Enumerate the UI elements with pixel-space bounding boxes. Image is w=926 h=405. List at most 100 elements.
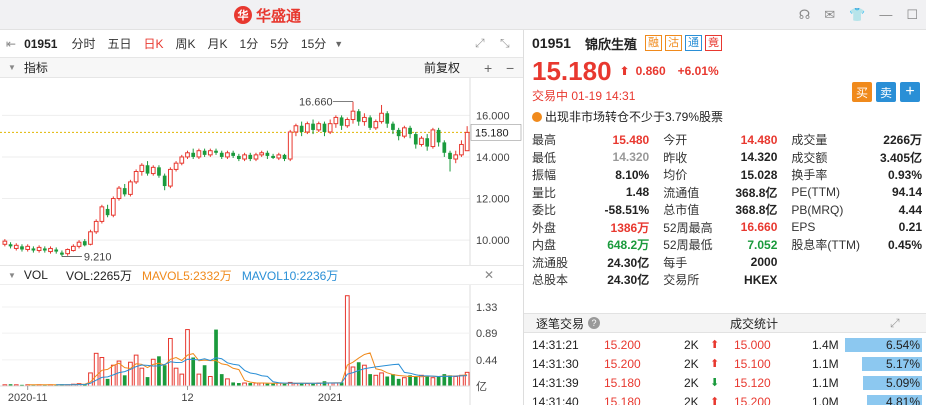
mavol10-value: MAVOL10:2236万 bbox=[241, 268, 339, 283]
low-label: 9.210 bbox=[84, 252, 112, 264]
stock-code: 01951 bbox=[24, 36, 58, 51]
tab-period-3[interactable]: 周K bbox=[175, 35, 195, 52]
candle-body bbox=[196, 150, 202, 158]
candle-body bbox=[282, 154, 287, 160]
minus-icon[interactable]: − bbox=[506, 60, 514, 76]
candle-body bbox=[448, 152, 452, 160]
plus-icon[interactable]: + bbox=[484, 60, 492, 76]
chart-toolbar: ⇤ 01951 分时 五日 日K 周K 月K 1分 5分 15分 ▼ ⤢ ⤡ bbox=[0, 30, 523, 58]
candle-body bbox=[225, 152, 230, 158]
quote-label: 52周最低 bbox=[663, 238, 713, 253]
trade-time: 14:31:30 bbox=[532, 356, 579, 371]
candle-body bbox=[99, 206, 105, 222]
quote-label: PE(TTM) bbox=[791, 185, 841, 200]
quote-value: 94.14 bbox=[891, 185, 922, 200]
sidebar-toggle-icon[interactable]: ⇤ bbox=[6, 37, 16, 51]
quote-grid-wrap: 最高 15.480 今开 14.480 成交量 2266万 最低 14.320 昨收 14.320… bbox=[532, 131, 922, 289]
trade-list-title[interactable]: 逐笔交易 bbox=[536, 315, 584, 332]
last-price-label: 15.180 bbox=[475, 127, 509, 139]
candle-body bbox=[162, 175, 167, 187]
indicator-label[interactable]: 指标 bbox=[24, 59, 48, 76]
candle-body bbox=[150, 166, 156, 175]
quote-value: 648.2万 bbox=[607, 238, 650, 253]
volume-bar: ▼ VOL VOL:2265万 MAVOL5:2332万 MAVOL10:223… bbox=[0, 265, 523, 285]
candle-body bbox=[25, 245, 31, 250]
candle-body bbox=[54, 249, 59, 252]
tab-period-0[interactable]: 分时 bbox=[71, 35, 95, 52]
quote-row: 流通股 24.30亿 每手 2000 bbox=[532, 254, 922, 272]
window-controls: ☊ ✉ 👕 — ☐ bbox=[799, 7, 918, 23]
quote-label: 振幅 bbox=[532, 168, 557, 183]
volume-bar bbox=[179, 373, 185, 387]
up-arrow-icon: ⬆ bbox=[619, 64, 630, 78]
tab-period-7[interactable]: 15分 bbox=[301, 35, 326, 52]
buy-button[interactable]: 买 bbox=[852, 82, 872, 102]
indicator-bar: ▼ 指标 前复权 + − bbox=[0, 58, 523, 78]
candle-body bbox=[145, 165, 150, 174]
chevron-down-icon[interactable]: ▼ bbox=[334, 39, 343, 49]
maximize-icon[interactable]: ☐ bbox=[906, 7, 918, 23]
close-icon[interactable]: ✕ bbox=[484, 268, 494, 282]
volume-bar bbox=[128, 361, 133, 387]
expand-icon[interactable]: ⤢ bbox=[890, 316, 900, 331]
notice[interactable]: 出现非市场转仓不少于3.79%股票 bbox=[532, 108, 723, 125]
adjust-select[interactable]: 前复权 bbox=[424, 59, 460, 76]
candle-body bbox=[304, 123, 310, 133]
volume-bar bbox=[122, 375, 127, 386]
expand-icon[interactable]: ⤢ bbox=[475, 36, 485, 51]
add-watch-button[interactable]: + bbox=[900, 82, 920, 102]
volume-bar bbox=[448, 375, 452, 386]
tab-period-4[interactable]: 月K bbox=[208, 35, 228, 52]
quote-value: 15.480 bbox=[612, 132, 650, 147]
collapse-icon[interactable]: ⤡ bbox=[500, 36, 510, 51]
collapse-triangle-icon[interactable]: ▼ bbox=[8, 271, 16, 280]
tab-period-6[interactable]: 5分 bbox=[270, 35, 289, 52]
app-logo: 华 华盛通 bbox=[234, 6, 301, 25]
volume-bar bbox=[207, 375, 213, 387]
tab-period-5[interactable]: 1分 bbox=[240, 35, 259, 52]
trade-row: 14:31:21 15.200 2K 15.000 1.4M ⬆ 6.54% bbox=[524, 335, 926, 354]
volume-bar bbox=[391, 374, 395, 386]
volume-bar bbox=[145, 377, 150, 386]
candle-body bbox=[93, 220, 99, 233]
collapse-triangle-icon[interactable]: ▼ bbox=[8, 63, 16, 72]
mail-icon[interactable]: ✉ bbox=[824, 7, 835, 23]
tab-period-2[interactable]: 日K bbox=[143, 35, 163, 52]
candle-body bbox=[344, 119, 350, 127]
candle-body bbox=[287, 131, 293, 160]
minimize-icon[interactable]: — bbox=[879, 7, 892, 23]
tab-period-1[interactable]: 五日 bbox=[107, 35, 131, 52]
vol-label[interactable]: VOL bbox=[24, 268, 48, 282]
candle-body bbox=[248, 154, 253, 160]
quote-label: 最高 bbox=[532, 133, 557, 148]
quote-row: 量比 1.48 流通值 368.8亿 PE(TTM) 94.14 bbox=[532, 184, 922, 202]
trade-stat-title[interactable]: 成交统计 bbox=[730, 315, 778, 332]
help-icon[interactable]: ? bbox=[588, 317, 601, 329]
sell-button[interactable]: 卖 bbox=[876, 82, 896, 102]
candle-body bbox=[276, 154, 282, 159]
candle-body bbox=[362, 116, 367, 123]
candle-body bbox=[82, 241, 87, 246]
candle-body bbox=[191, 152, 196, 157]
trade-header: 逐笔交易 ? 成交统计 ⤢ bbox=[524, 313, 926, 333]
quote-value: 24.30亿 bbox=[607, 273, 650, 288]
price-change: 0.860 bbox=[635, 64, 666, 78]
quote-header: 01951 锦欣生殖 融沽通竟 bbox=[524, 30, 926, 56]
price-tick-label: 14.000 bbox=[476, 152, 510, 164]
kline-chart[interactable]: 16.000 14.000 12.000 10.000 15.180 16.660 9.21… bbox=[0, 78, 523, 405]
candle-body bbox=[253, 154, 259, 160]
volume-bar bbox=[459, 374, 464, 387]
trade-price: 15.200 bbox=[604, 356, 641, 371]
trade-price: 15.200 bbox=[604, 337, 641, 352]
headset-icon[interactable]: ☊ bbox=[799, 7, 811, 23]
x-tick-label: 12 bbox=[181, 392, 193, 404]
candle-body bbox=[299, 125, 304, 132]
quote-label: 昨收 bbox=[663, 150, 688, 165]
quote-row: 振幅 8.10% 均价 15.028 换手率 0.93% bbox=[532, 166, 922, 184]
volume-bar bbox=[368, 374, 372, 386]
candle-body bbox=[436, 129, 441, 143]
quote-tag: 通 bbox=[684, 35, 702, 51]
quote-label: 52周最高 bbox=[663, 220, 713, 235]
volume-bar bbox=[350, 366, 356, 387]
shirt-icon[interactable]: 👕 bbox=[849, 7, 865, 23]
